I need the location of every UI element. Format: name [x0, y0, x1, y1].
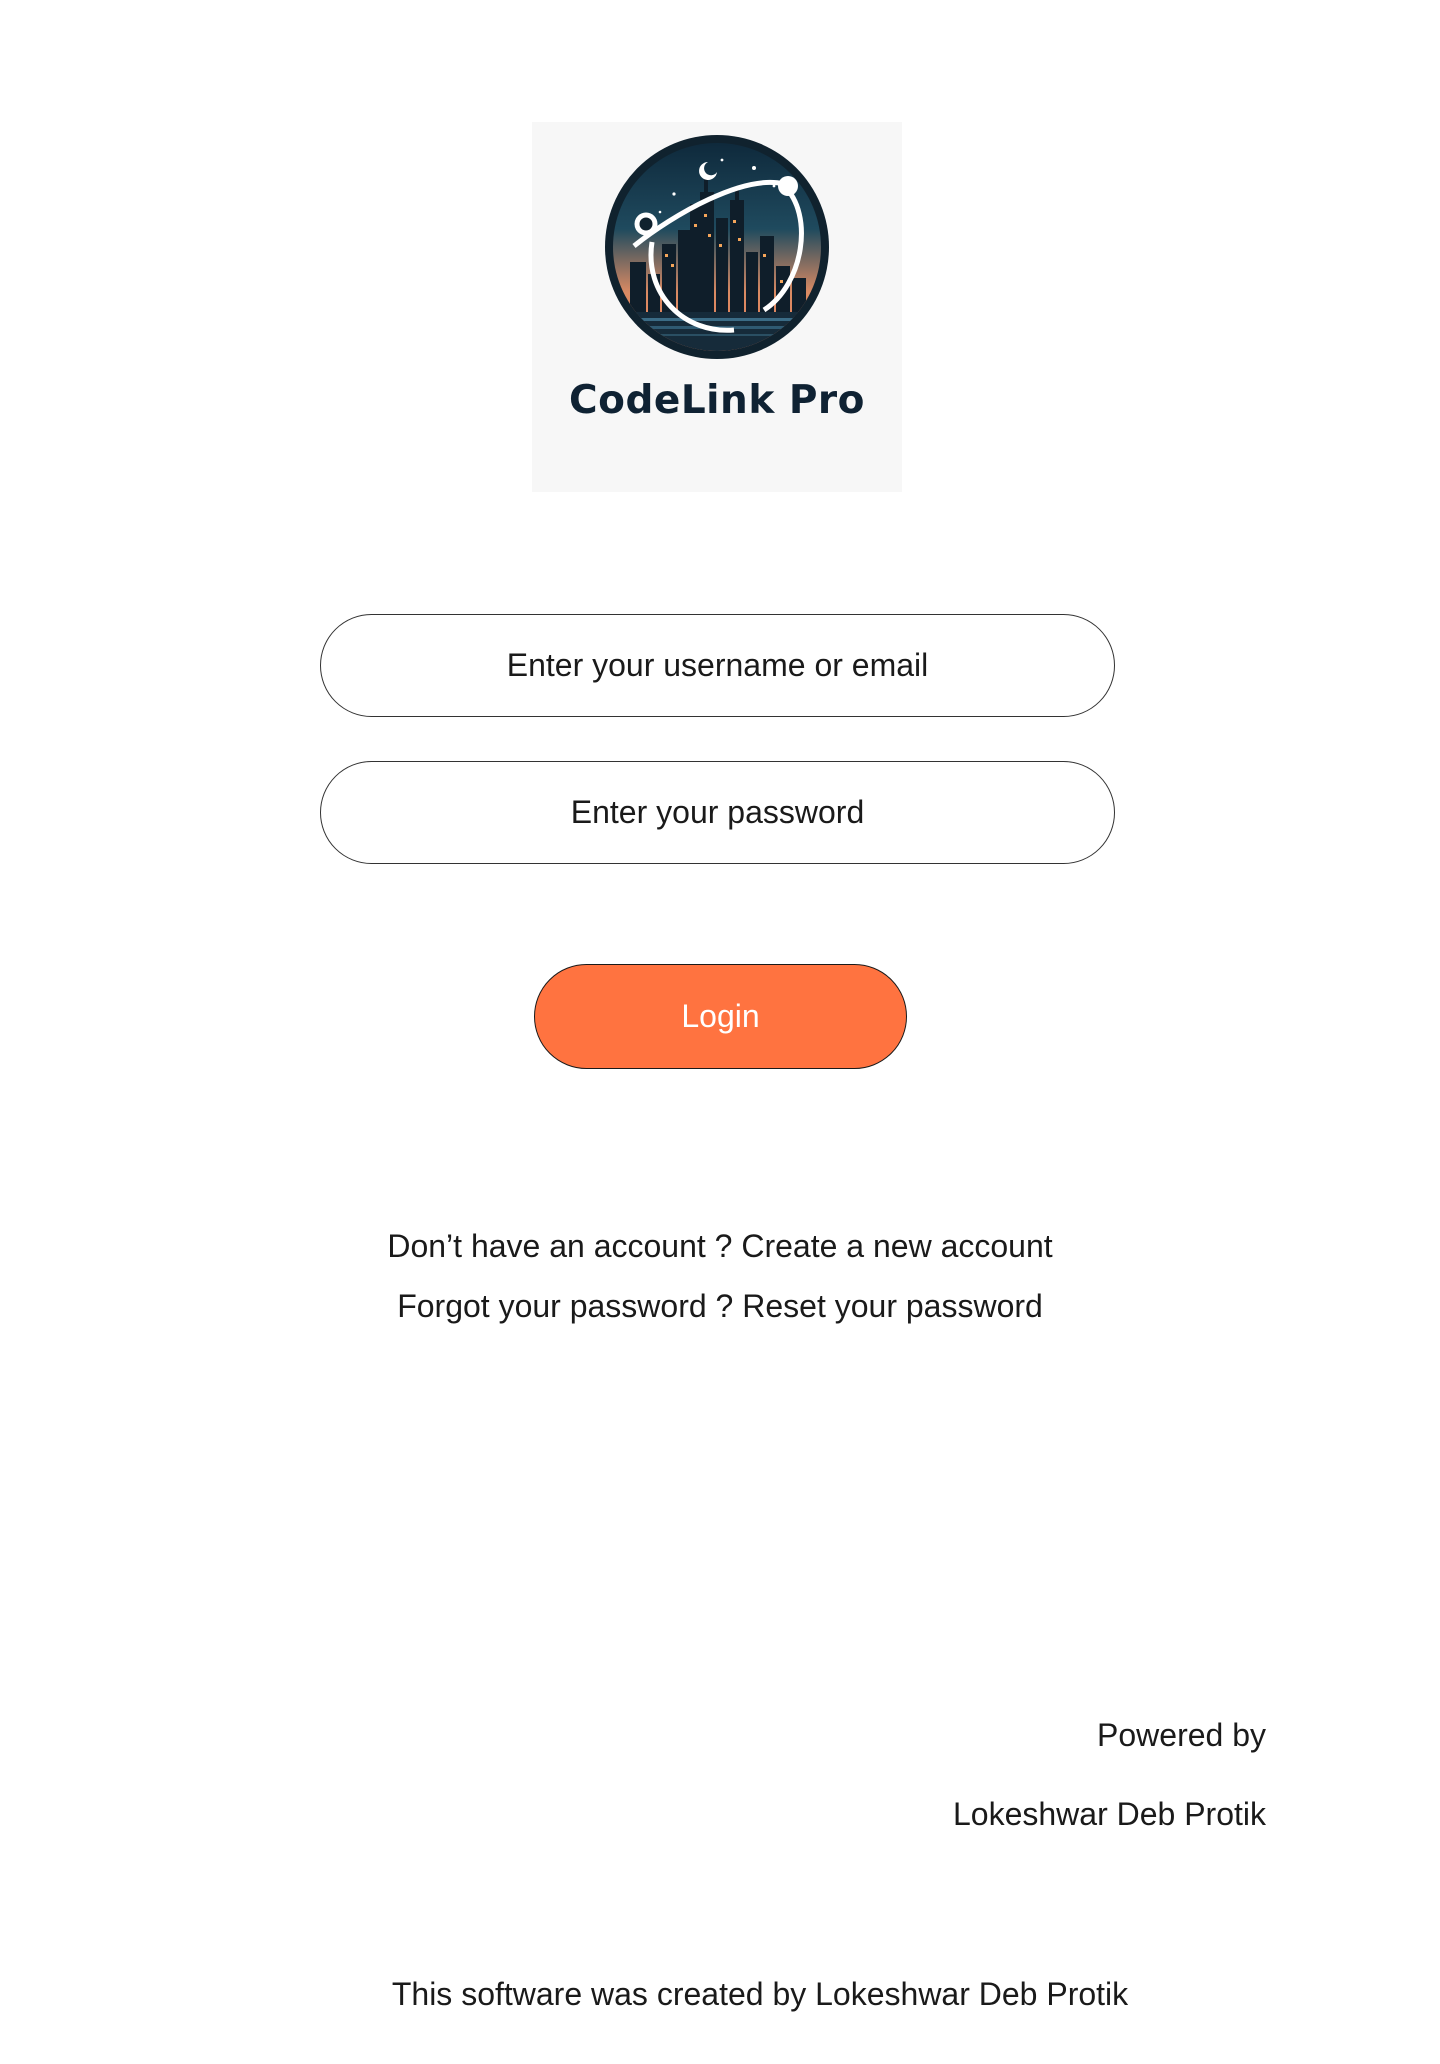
- signup-prompt-text: Don’t have an account ?: [387, 1228, 742, 1264]
- signup-prompt-line: Don’t have an account ? Create a new acc…: [0, 1226, 1440, 1266]
- login-button[interactable]: Login: [534, 964, 907, 1069]
- reset-prompt-line: Forgot your password ? Reset your passwo…: [0, 1286, 1440, 1326]
- powered-by-label: Powered by: [1097, 1717, 1266, 1753]
- create-account-link[interactable]: Create a new account: [741, 1228, 1052, 1264]
- logo-card: CodeLink Pro: [532, 122, 902, 492]
- city-skyline-orbit-logo-icon: [605, 135, 829, 359]
- reset-password-link[interactable]: Reset your password: [742, 1288, 1043, 1324]
- password-input[interactable]: [320, 761, 1115, 864]
- powered-by-name: Lokeshwar Deb Protik: [952, 1796, 1266, 1832]
- footer-credit: This software was created by Lokeshwar D…: [391, 1976, 1129, 2012]
- brand-name: CodeLink Pro: [569, 378, 865, 423]
- username-input[interactable]: [320, 614, 1115, 717]
- reset-prompt-text: Forgot your password ?: [397, 1288, 743, 1324]
